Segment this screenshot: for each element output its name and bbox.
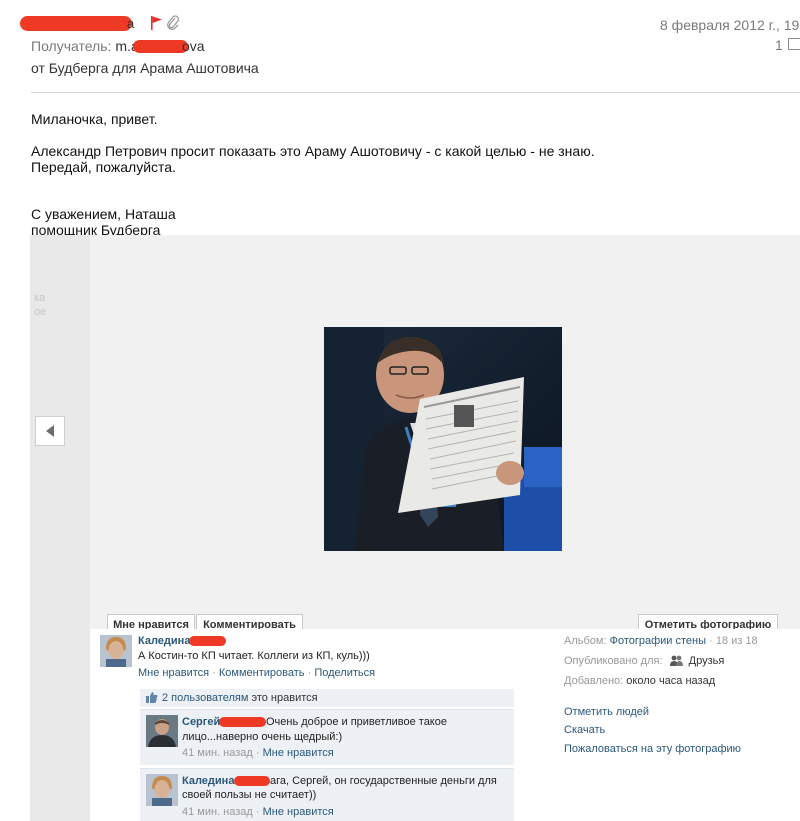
- reply-meta: 41 мин. назад · Мне нравится: [182, 747, 334, 759]
- added-value: около часа назад: [626, 675, 716, 687]
- recipient-row: Получатель: m.a: [31, 38, 139, 54]
- download-link[interactable]: Скачать: [564, 724, 605, 736]
- friends-icon: [669, 655, 683, 666]
- added-label: Добавлено:: [564, 675, 624, 687]
- redacted-name: [234, 776, 270, 786]
- reply-like-link[interactable]: Мне нравится: [263, 747, 334, 759]
- comment-actions: Мне нравится · Комментировать · Поделить…: [138, 667, 375, 679]
- separator: ·: [212, 667, 216, 679]
- reply-author[interactable]: Каледина: [182, 775, 234, 787]
- likes-count-link[interactable]: 2 пользователям: [162, 692, 248, 704]
- recipient-value-tail: ova: [182, 38, 205, 54]
- published-value: Друзья: [688, 655, 725, 667]
- avatar-image: [146, 715, 178, 747]
- separator: ·: [255, 806, 260, 818]
- signature-line-1: С уважением, Наташа: [31, 206, 176, 222]
- paperclip-icon: [167, 15, 180, 30]
- reply-text-line-2: лицо...наверно очень щедрый:): [182, 731, 343, 743]
- folder-icon[interactable]: [788, 38, 800, 50]
- comment-author[interactable]: Каледина: [138, 635, 190, 647]
- arrow-left-icon: [46, 425, 54, 437]
- avatar[interactable]: [146, 715, 178, 747]
- mail-date: 8 февраля 2012 г., 19:0: [660, 17, 800, 33]
- published-row: Опубликовано для: Друзья: [564, 655, 724, 667]
- photo[interactable]: [324, 327, 562, 551]
- flag-icon[interactable]: [150, 15, 164, 31]
- likes-suffix: это нравится: [251, 692, 318, 704]
- comment-reply-link[interactable]: Комментировать: [219, 667, 305, 679]
- body-text-line-2: Передай, пожалуйста.: [31, 159, 176, 175]
- album-position: · 18 из 18: [709, 635, 758, 647]
- reply-text-line-1: Очень доброе и приветливое такое: [266, 716, 447, 728]
- redacted-recipient: [133, 40, 188, 53]
- reply-item: Каледина ага, Сергей, он государственные…: [140, 768, 514, 821]
- sender-name: a: [127, 16, 135, 31]
- avatar[interactable]: [100, 635, 132, 667]
- comment-text: А Костин-то КП читает. Коллеги из КП, ку…: [138, 650, 370, 662]
- recipient-label: Получатель:: [31, 38, 112, 54]
- avatar-image: [146, 774, 178, 806]
- message-count: 1: [775, 37, 783, 53]
- reply-meta: 41 мин. назад · Мне нравится: [182, 806, 334, 818]
- redacted-sender: [20, 16, 132, 31]
- photo-image: [324, 327, 562, 551]
- header-divider: [31, 92, 800, 93]
- reply-text-line-2: своей пользы не считает)): [182, 789, 317, 801]
- redacted-name: [219, 717, 266, 727]
- greeting-text: Миланочка, привет.: [31, 111, 158, 127]
- comment-share-link[interactable]: Поделиться: [314, 667, 375, 679]
- photo-info-area: Каледина А Костин-то КП читает. Коллеги …: [90, 629, 800, 821]
- avatar-image: [100, 635, 132, 667]
- photo-panel: Мне нравится Комментировать Отметить фот…: [102, 247, 785, 636]
- reply-text-line-1: ага, Сергей, он государственные деньги д…: [270, 775, 497, 787]
- likes-bar: 2 пользователям это нравится: [140, 689, 514, 707]
- separator: ·: [255, 747, 260, 759]
- album-link[interactable]: Фотографии стены: [610, 635, 706, 647]
- reply-time: 41 мин. назад: [182, 747, 253, 759]
- added-row: Добавлено: около часа назад: [564, 675, 715, 687]
- previous-photo-button[interactable]: [35, 416, 65, 446]
- body-text-line-1: Александр Петрович просит показать это А…: [31, 143, 595, 159]
- thumbs-up-icon: [146, 692, 158, 703]
- mail-subject: от Будберга для Арама Ашотовича: [31, 60, 259, 76]
- comment-like-link[interactable]: Мне нравится: [138, 667, 209, 679]
- tag-people-link[interactable]: Отметить людей: [564, 706, 649, 718]
- published-label: Опубликовано для:: [564, 655, 663, 667]
- embedded-screenshot: ка ое Мне нравится Комментировать Отмети…: [30, 235, 800, 821]
- separator: ·: [307, 667, 312, 679]
- reply-time: 41 мин. назад: [182, 806, 253, 818]
- report-photo-link[interactable]: Пожаловаться на эту фотографию: [564, 743, 741, 755]
- redacted-name: [189, 636, 226, 646]
- likes-text: 2 пользователям это нравится: [162, 692, 318, 704]
- album-label: Альбом:: [564, 635, 607, 647]
- avatar[interactable]: [146, 774, 178, 806]
- reply-author[interactable]: Сергей: [182, 716, 220, 728]
- reply-item: Сергей Очень доброе и приветливое такое …: [140, 709, 514, 765]
- album-row: Альбом: Фотографии стены · 18 из 18: [564, 635, 758, 647]
- background-page-text: ка ое: [34, 292, 47, 318]
- reply-like-link[interactable]: Мне нравится: [263, 806, 334, 818]
